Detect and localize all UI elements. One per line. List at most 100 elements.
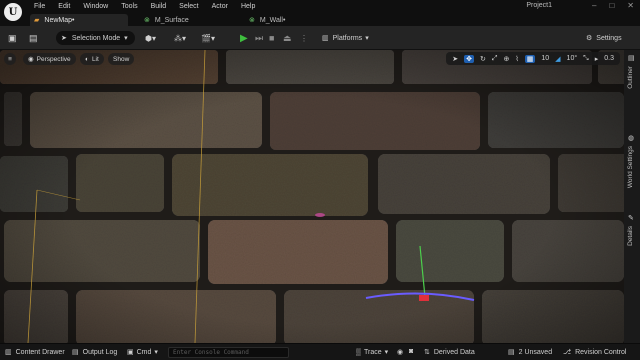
viewport-transform-tools: ➤ ✥ ↻ ⤢ ⊕ ⌇ ▦ 10 ◢ 10° ⤡ ▸ 0.3 bbox=[446, 52, 620, 65]
lit-icon: ◐ bbox=[85, 55, 89, 63]
tab-label: M_Surface bbox=[154, 16, 189, 24]
tab-label: NewMap• bbox=[44, 16, 75, 24]
side-panel-tabs: ▤ Outliner ◍ World Settings ✎ Details bbox=[624, 50, 640, 343]
document-tabs: ▰ NewMap• ⊗ M_Surface ⊗ M_Wall• bbox=[0, 13, 640, 26]
cinematics-icon[interactable]: 🎬▾ bbox=[201, 31, 215, 45]
tab-outliner[interactable]: Outliner bbox=[627, 66, 634, 89]
content-drawer-icon: ▥ bbox=[5, 349, 12, 356]
select-tool-icon[interactable]: ➤ bbox=[452, 55, 458, 63]
cmd-dropdown[interactable]: ▣ Cmd ▾ bbox=[127, 348, 158, 357]
platforms-label: Platforms bbox=[332, 34, 363, 42]
revision-control-icon: ⎇ bbox=[563, 349, 572, 356]
viewport-menu-icon[interactable]: ≡ bbox=[4, 53, 16, 65]
play-button[interactable]: ▶ bbox=[240, 31, 248, 45]
project-name: Project1 bbox=[526, 2, 552, 9]
save-icon[interactable]: ▣ bbox=[8, 31, 17, 45]
unsaved-button[interactable]: ▤ 2 Unsaved bbox=[508, 348, 553, 357]
derived-data-label: Derived Data bbox=[433, 348, 475, 356]
rotate-tool-icon[interactable]: ↻ bbox=[480, 55, 486, 63]
move-tool-icon[interactable]: ✥ bbox=[464, 54, 474, 63]
chevron-down-icon: ▾ bbox=[384, 349, 389, 356]
menu-window[interactable]: Window bbox=[83, 3, 108, 10]
selection-mode-label: Selection Mode bbox=[71, 34, 121, 42]
tab-details[interactable]: Details bbox=[627, 226, 634, 246]
platforms-dropdown[interactable]: ▥ Platforms ▾ bbox=[322, 31, 369, 45]
coordinate-space-icon[interactable]: ⊕ bbox=[503, 55, 509, 63]
trace-icon: ▒ bbox=[356, 348, 361, 356]
minimize-icon[interactable]: – bbox=[592, 1, 596, 10]
output-log-button[interactable]: ▤ Output Log bbox=[72, 348, 118, 357]
cursor-icon: ➤ bbox=[61, 35, 67, 42]
viewport-toolbar: ≡ ◉ Perspective ◐ Lit Show ➤ ✥ ↻ ⤢ ⊕ ⌇ ▦… bbox=[0, 50, 624, 68]
eject-icon[interactable]: ⏏ bbox=[283, 31, 292, 45]
content-drawer-button[interactable]: ▥ Content Drawer bbox=[5, 348, 65, 357]
terminal-icon: ▣ bbox=[127, 349, 134, 356]
chevron-down-icon: ▾ bbox=[365, 35, 369, 42]
menu-bar: U File Edit Window Tools Build Select Ac… bbox=[0, 0, 640, 21]
lit-button[interactable]: ◐ Lit bbox=[80, 53, 104, 65]
platforms-icon: ▥ bbox=[322, 35, 329, 42]
unreal-logo-icon[interactable]: U bbox=[4, 3, 22, 21]
menu-edit[interactable]: Edit bbox=[58, 3, 70, 10]
record-icon[interactable]: ◉ bbox=[397, 348, 403, 356]
output-log-label: Output Log bbox=[82, 348, 118, 356]
settings-label: Settings bbox=[596, 34, 622, 42]
level-viewport[interactable]: ≡ ◉ Perspective ◐ Lit Show ➤ ✥ ↻ ⤢ ⊕ ⌇ ▦… bbox=[0, 50, 624, 343]
rotation-snap-icon[interactable]: ◢ bbox=[555, 55, 560, 63]
blueprint-icon[interactable]: ⁂▾ bbox=[174, 31, 186, 45]
tab-label: M_Wall• bbox=[259, 16, 286, 24]
content-drawer-label: Content Drawer bbox=[15, 348, 65, 356]
menu-actor[interactable]: Actor bbox=[212, 3, 228, 10]
scale-snap-icon[interactable]: ⤡ bbox=[583, 55, 589, 63]
surface-snap-icon[interactable]: ⌇ bbox=[515, 55, 518, 63]
perspective-label: Perspective bbox=[36, 55, 71, 63]
rotation-snap-value[interactable]: 10° bbox=[567, 55, 578, 62]
scale-tool-icon[interactable]: ⤢ bbox=[492, 55, 498, 63]
menu-select[interactable]: Select bbox=[179, 3, 198, 10]
menu-file[interactable]: File bbox=[34, 3, 45, 10]
main-menu: File Edit Window Tools Build Select Acto… bbox=[34, 0, 268, 13]
tab-world-settings[interactable]: World Settings bbox=[627, 146, 634, 188]
revision-control-button[interactable]: ⎇ Revision Control bbox=[563, 348, 627, 357]
grid-snap-value[interactable]: 10 bbox=[541, 55, 549, 62]
settings-button[interactable]: ⚙ Settings bbox=[586, 31, 622, 45]
menu-build[interactable]: Build bbox=[151, 3, 167, 10]
window-controls: – □ ✕ bbox=[592, 1, 634, 10]
tab-m-wall[interactable]: ⊗ M_Wall• bbox=[245, 14, 345, 26]
camera-capture-icon[interactable]: ◙ bbox=[409, 348, 413, 355]
output-log-icon: ▤ bbox=[72, 349, 79, 356]
derived-data-button[interactable]: ⇅ Derived Data bbox=[424, 348, 475, 357]
perspective-button[interactable]: ◉ Perspective bbox=[23, 53, 76, 65]
tab-m-surface[interactable]: ⊗ M_Surface bbox=[140, 14, 240, 26]
derived-data-icon: ⇅ bbox=[424, 349, 430, 356]
camera-speed-icon[interactable]: ▸ bbox=[595, 55, 599, 63]
selection-mode-dropdown[interactable]: ➤ Selection Mode ▾ bbox=[56, 31, 135, 45]
show-button[interactable]: Show bbox=[108, 53, 135, 65]
material-icon: ⊗ bbox=[144, 17, 150, 24]
camera-speed-value[interactable]: 0.3 bbox=[604, 55, 614, 62]
step-icon[interactable]: ⏭ bbox=[255, 31, 263, 45]
tab-newmap[interactable]: ▰ NewMap• bbox=[30, 14, 128, 26]
show-label: Show bbox=[113, 55, 130, 63]
chevron-down-icon: ▾ bbox=[124, 35, 128, 42]
outliner-icon[interactable]: ▤ bbox=[628, 54, 635, 62]
details-icon[interactable]: ✎ bbox=[628, 214, 634, 222]
unsaved-label: 2 Unsaved bbox=[518, 348, 553, 356]
content-browser-icon[interactable]: ▤ bbox=[29, 31, 38, 45]
add-actor-icon[interactable]: ⬢▾ bbox=[145, 31, 156, 45]
maximize-icon[interactable]: □ bbox=[609, 1, 614, 10]
trace-dropdown[interactable]: ▒ Trace ▾ bbox=[356, 348, 389, 357]
world-settings-icon[interactable]: ◍ bbox=[628, 134, 634, 142]
gear-icon: ⚙ bbox=[586, 35, 593, 42]
close-icon[interactable]: ✕ bbox=[627, 1, 634, 10]
camera-icon: ◉ bbox=[28, 56, 34, 63]
revision-control-label: Revision Control bbox=[575, 348, 627, 356]
cmd-label: Cmd bbox=[136, 348, 152, 356]
brick-wall-scene bbox=[0, 50, 624, 343]
more-options-icon[interactable]: ⋮ bbox=[300, 31, 308, 45]
stop-icon[interactable]: ■ bbox=[269, 31, 274, 45]
console-command-input[interactable]: Enter Console Command bbox=[168, 347, 289, 358]
menu-help[interactable]: Help bbox=[241, 3, 255, 10]
menu-tools[interactable]: Tools bbox=[121, 3, 137, 10]
grid-snap-icon[interactable]: ▦ bbox=[524, 54, 536, 63]
